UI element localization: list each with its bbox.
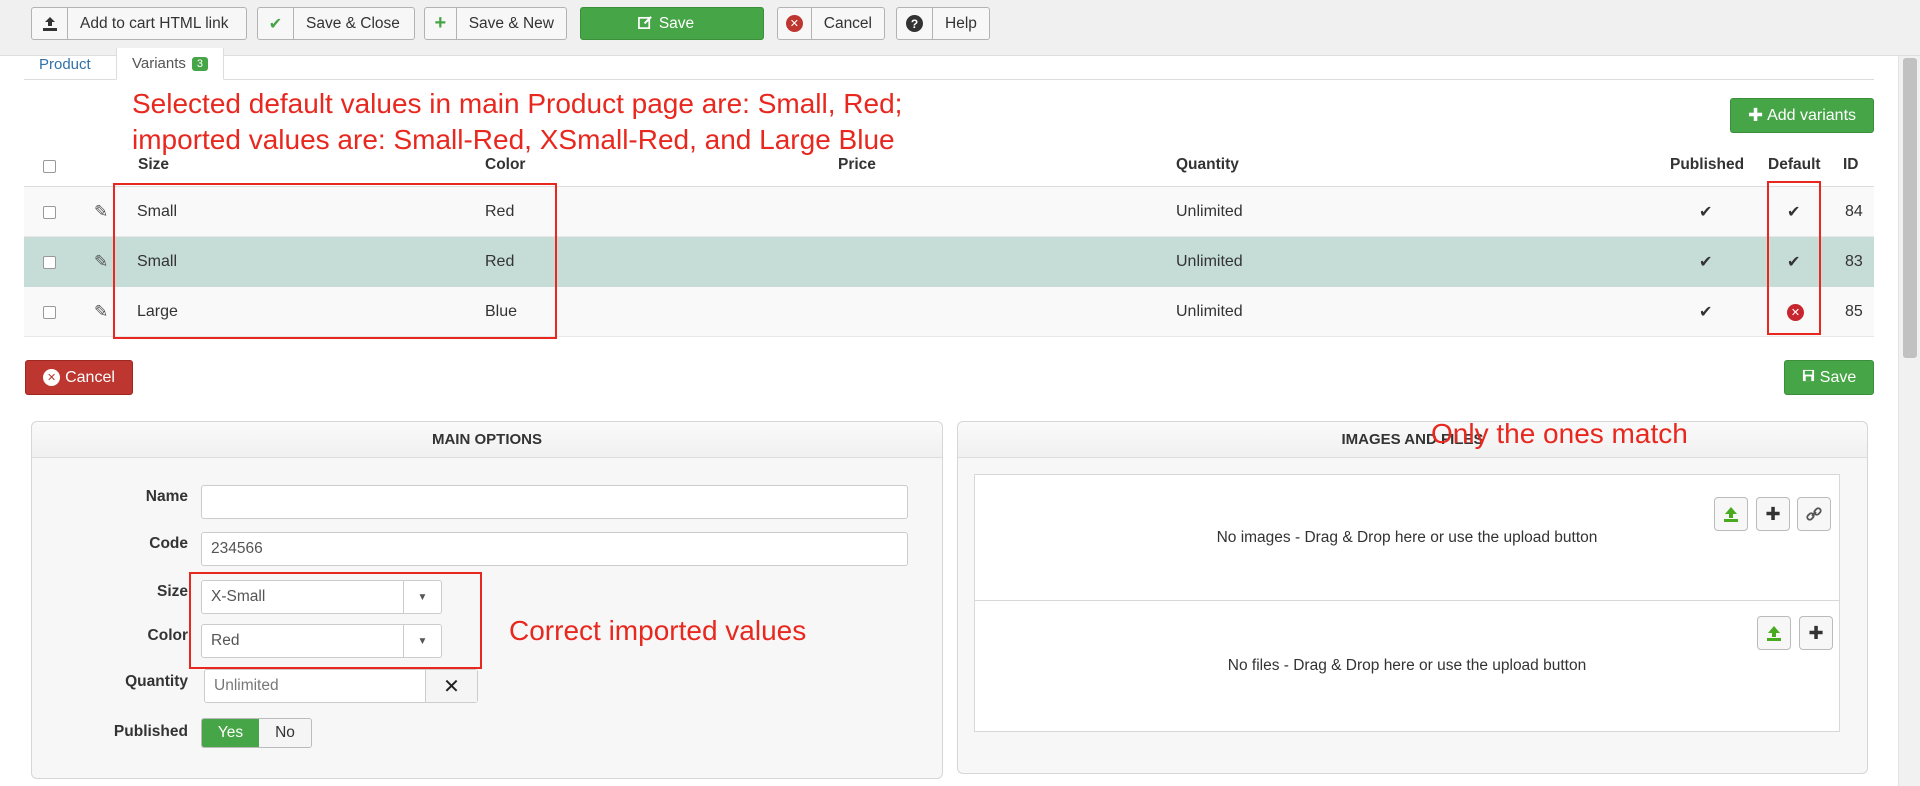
cell-id: 84 xyxy=(1845,203,1863,220)
published-label: Published xyxy=(113,723,188,740)
cell-quantity: Unlimited xyxy=(1176,203,1243,220)
header-price[interactable]: Price xyxy=(838,156,876,174)
plus-icon: ✚ xyxy=(1747,105,1764,125)
clear-quantity-icon[interactable]: ✕ xyxy=(425,670,477,702)
quantity-label: Quantity xyxy=(125,673,188,690)
check-icon: ✔ xyxy=(258,8,294,39)
link-image-icon[interactable] xyxy=(1797,497,1831,531)
plus-icon: + xyxy=(425,8,457,39)
images-files-panel: IMAGES AND FILES No images - Drag & Drop… xyxy=(957,421,1868,774)
variants-cancel-label: Cancel xyxy=(65,368,115,386)
tab-variants[interactable]: Variants 3 xyxy=(116,48,225,80)
variants-count-badge: 3 xyxy=(191,56,209,71)
save-close-button[interactable]: ✔ Save & Close xyxy=(257,7,415,40)
files-dropzone[interactable]: No files - Drag & Drop here or use the u… xyxy=(974,600,1840,732)
add-variants-button[interactable]: ✚ Add variants xyxy=(1730,98,1874,133)
header-quantity[interactable]: Quantity xyxy=(1176,156,1239,174)
annotation-line-1: Selected default values in main Product … xyxy=(132,88,903,119)
save-new-button[interactable]: + Save & New xyxy=(424,7,567,40)
save-new-label: Save & New xyxy=(468,14,554,32)
header-published[interactable]: Published xyxy=(1670,156,1744,174)
annotation-box-size-color xyxy=(113,183,557,339)
page-scrollbar[interactable] xyxy=(1898,56,1920,786)
header-size[interactable]: Size xyxy=(138,156,169,174)
quantity-input[interactable]: Unlimited ✕ xyxy=(204,669,478,703)
edit-icon xyxy=(637,15,653,33)
select-all-checkbox[interactable] xyxy=(43,160,56,173)
cell-quantity: Unlimited xyxy=(1176,303,1243,320)
annotation-box-default xyxy=(1767,181,1821,335)
upload-image-icon[interactable] xyxy=(1714,497,1748,531)
annotation-correct-imported: Correct imported values xyxy=(509,615,807,646)
header-color[interactable]: Color xyxy=(485,156,525,174)
cancel-button[interactable]: ✕ Cancel xyxy=(777,7,885,40)
cell-id: 83 xyxy=(1845,253,1863,270)
scrollbar-thumb[interactable] xyxy=(1903,58,1917,358)
published-check-icon[interactable]: ✔ xyxy=(1699,237,1712,287)
size-label: Size xyxy=(156,583,188,600)
no-images-text: No images - Drag & Drop here or use the … xyxy=(1216,529,1598,546)
row-checkbox[interactable] xyxy=(43,237,56,287)
cell-quantity: Unlimited xyxy=(1176,253,1243,270)
cell-id: 85 xyxy=(1845,303,1863,320)
floppy-icon xyxy=(1802,369,1815,387)
name-input[interactable] xyxy=(201,485,908,519)
color-label: Color xyxy=(147,627,188,644)
help-button[interactable]: ? Help xyxy=(896,7,990,40)
header-default[interactable]: Default xyxy=(1768,156,1821,174)
code-input[interactable]: 234566 xyxy=(201,532,908,566)
row-checkbox[interactable] xyxy=(43,187,56,237)
save-button[interactable]: Save xyxy=(580,7,764,40)
published-check-icon[interactable]: ✔ xyxy=(1699,287,1712,337)
main-options-title: MAIN OPTIONS xyxy=(32,422,942,458)
edit-pencil-icon[interactable]: ✎ xyxy=(94,287,108,337)
row-checkbox[interactable] xyxy=(43,287,56,337)
help-label: Help xyxy=(945,14,977,32)
no-files-text: No files - Drag & Drop here or use the u… xyxy=(1227,657,1587,674)
add-to-cart-label: Add to cart HTML link xyxy=(80,14,229,32)
variants-save-button[interactable]: Save xyxy=(1784,360,1874,395)
code-label: Code xyxy=(149,535,188,552)
variants-cancel-button[interactable]: ✕ Cancel xyxy=(25,360,133,395)
tabs: Product Variants 3 xyxy=(24,48,1874,80)
add-variants-label: Add variants xyxy=(1767,106,1857,124)
edit-pencil-icon[interactable]: ✎ xyxy=(94,237,108,287)
save-label: Save xyxy=(658,14,695,32)
cancel-circle-icon: ✕ xyxy=(43,369,61,386)
tab-variants-label: Variants xyxy=(132,55,186,72)
published-check-icon[interactable]: ✔ xyxy=(1699,187,1712,237)
published-toggle[interactable]: Yes No xyxy=(201,718,312,748)
published-no[interactable]: No xyxy=(258,719,311,747)
annotation-box-imported-values xyxy=(189,572,482,669)
published-yes[interactable]: Yes xyxy=(202,719,259,747)
add-image-icon[interactable]: ✚ xyxy=(1756,497,1790,531)
toolbar: Add to cart HTML link ✔ Save & Close + S… xyxy=(0,0,1920,56)
annotation-only-match: Only the ones match xyxy=(1431,418,1688,449)
images-dropzone[interactable]: No images - Drag & Drop here or use the … xyxy=(974,474,1840,602)
question-icon: ? xyxy=(897,8,933,39)
quantity-input-value: Unlimited xyxy=(214,677,279,694)
variants-save-label: Save xyxy=(1819,368,1857,386)
name-label: Name xyxy=(145,488,188,505)
cancel-circle-icon: ✕ xyxy=(778,8,812,39)
header-id[interactable]: ID xyxy=(1843,156,1859,174)
tab-product[interactable]: Product xyxy=(24,48,106,80)
upload-file-icon[interactable] xyxy=(1757,616,1791,650)
edit-pencil-icon[interactable]: ✎ xyxy=(94,187,108,237)
annotation-line-2: imported values are: Small-Red, XSmall-R… xyxy=(132,124,895,155)
images-files-title: IMAGES AND FILES xyxy=(958,422,1867,458)
save-close-label: Save & Close xyxy=(306,14,400,32)
cancel-label: Cancel xyxy=(823,14,872,32)
add-to-cart-html-link-button[interactable]: Add to cart HTML link xyxy=(31,7,247,40)
upload-icon xyxy=(32,8,68,39)
add-file-icon[interactable]: ✚ xyxy=(1799,616,1833,650)
